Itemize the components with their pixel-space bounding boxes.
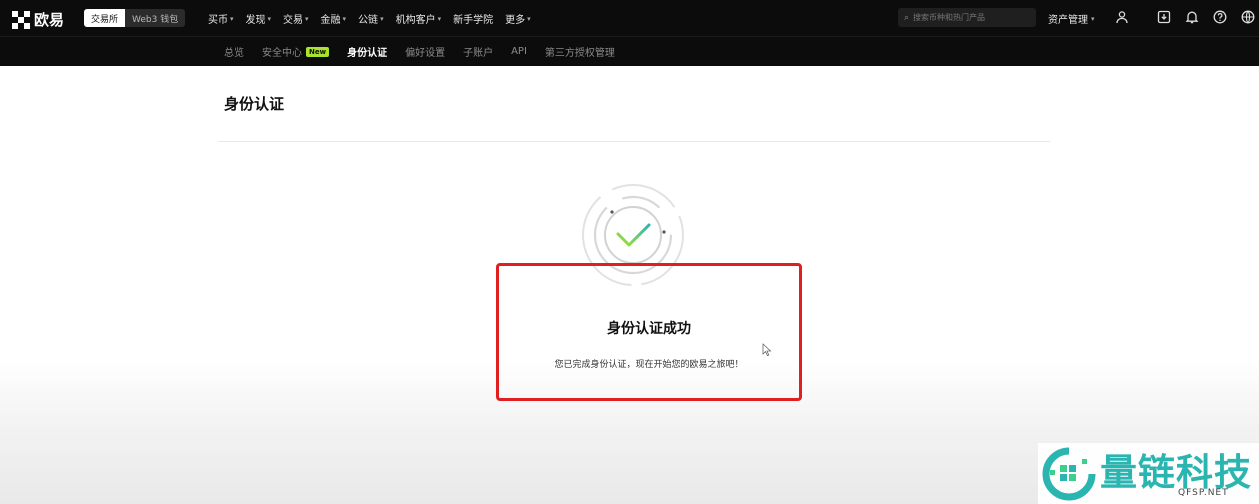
watermark-logo-icon <box>1042 447 1096 501</box>
top-nav-bar: 欧易 交易所 Web3 钱包 买币 ▾ 发现 ▾ 交易 ▾ 金融 ▾ 公链 ▾ 机构客户 ▾… <box>0 0 1259 36</box>
globe-icon[interactable] <box>1239 8 1257 26</box>
chevron-down-icon: ▾ <box>267 14 272 23</box>
tab-label: 身份认证 <box>347 48 388 59</box>
assets-label: 资产管理 <box>1048 15 1088 26</box>
tab-label: 第三方授权管理 <box>544 48 615 59</box>
nav-label: 机构客户 <box>395 15 436 26</box>
success-title: 身份认证成功 <box>607 321 691 337</box>
account-subnav-bar: 总览 安全中心 New 身份认证 偏好设置 子账户 API 第三方授权管理 <box>0 36 1259 66</box>
nav-label: 交易 <box>283 15 304 26</box>
nav-item-chain[interactable]: 公链 ▾ <box>358 11 384 27</box>
tab-label: 总览 <box>224 48 244 59</box>
mode-switch: 交易所 Web3 钱包 <box>84 9 186 27</box>
tab-preferences[interactable]: 偏好设置 <box>405 44 445 59</box>
brand-name: 欧易 <box>34 11 65 29</box>
user-icon[interactable] <box>1113 8 1131 26</box>
tab-label: 安全中心 <box>262 48 302 59</box>
mode-tab-exchange[interactable]: 交易所 <box>84 9 126 27</box>
chevron-down-icon: ▾ <box>305 14 309 23</box>
success-description: 您已完成身份认证，现在开始您的欧易之旅吧！ <box>554 360 744 370</box>
nav-label: 发现 <box>245 15 266 26</box>
main-nav: 买币 ▾ 发现 ▾ 交易 ▾ 金融 ▾ 公链 ▾ 机构客户 ▾ 新手学院 更多 ▾ <box>208 11 531 27</box>
okx-logo-icon <box>12 10 30 29</box>
nav-label: 买币 <box>208 15 228 26</box>
nav-label: 公链 <box>358 15 379 26</box>
nav-label: 新手学院 <box>453 15 494 26</box>
tab-label: 偏好设置 <box>405 48 446 59</box>
tab-sub-accounts[interactable]: 子账户 <box>463 44 493 59</box>
divider <box>218 141 1050 142</box>
tab-third-party-auth[interactable]: 第三方授权管理 <box>545 44 615 59</box>
nav-item-trade[interactable]: 交易 ▾ <box>283 11 309 27</box>
chevron-down-icon: ▾ <box>437 14 442 23</box>
mouse-cursor-icon <box>762 343 772 357</box>
tab-identity-verification[interactable]: 身份认证 <box>347 44 387 59</box>
chevron-down-icon: ▾ <box>527 14 531 23</box>
watermark-subtext: QFSP.NET <box>1178 488 1229 498</box>
watermark-text: 量链科技 <box>1100 451 1252 494</box>
search-input[interactable] <box>913 13 1024 22</box>
new-badge: New <box>306 46 330 57</box>
download-icon[interactable] <box>1155 8 1173 26</box>
tab-api[interactable]: API <box>511 44 527 59</box>
chevron-down-icon: ▾ <box>342 14 347 23</box>
tab-security-center[interactable]: 安全中心 New <box>262 44 330 59</box>
brand-logo[interactable]: 欧易 <box>12 9 64 30</box>
chevron-down-icon: ▾ <box>380 14 384 23</box>
nav-item-institutional[interactable]: 机构客户 ▾ <box>395 11 442 27</box>
nav-item-discover[interactable]: 发现 ▾ <box>245 11 272 27</box>
search-box[interactable]: ⌕ <box>898 8 1036 27</box>
watermark: 量链科技 QFSP.NET <box>1038 443 1259 504</box>
nav-item-academy[interactable]: 新手学院 <box>453 11 493 26</box>
mode-tab-web3-wallet[interactable]: Web3 钱包 <box>125 9 186 27</box>
help-icon[interactable] <box>1211 8 1229 26</box>
tab-overview[interactable]: 总览 <box>224 44 244 59</box>
nav-item-finance[interactable]: 金融 ▾ <box>320 11 347 27</box>
tab-label: 子账户 <box>463 48 494 59</box>
chevron-down-icon: ▾ <box>230 14 234 23</box>
chevron-down-icon: ▾ <box>1091 14 1095 23</box>
nav-item-more[interactable]: 更多 ▾ <box>505 11 531 27</box>
account-subnav: 总览 安全中心 New 身份认证 偏好设置 子账户 API 第三方授权管理 <box>224 44 615 59</box>
nav-label: 金融 <box>320 15 341 26</box>
nav-item-buy[interactable]: 买币 ▾ <box>208 11 234 27</box>
page-title: 身份认证 <box>224 95 285 113</box>
tab-label: API <box>511 46 527 57</box>
nav-label: 更多 <box>505 15 526 26</box>
bell-icon[interactable] <box>1183 8 1201 26</box>
header-icons <box>1113 8 1257 26</box>
search-icon: ⌕ <box>904 12 910 23</box>
assets-menu[interactable]: 资产管理 ▾ <box>1048 11 1095 27</box>
